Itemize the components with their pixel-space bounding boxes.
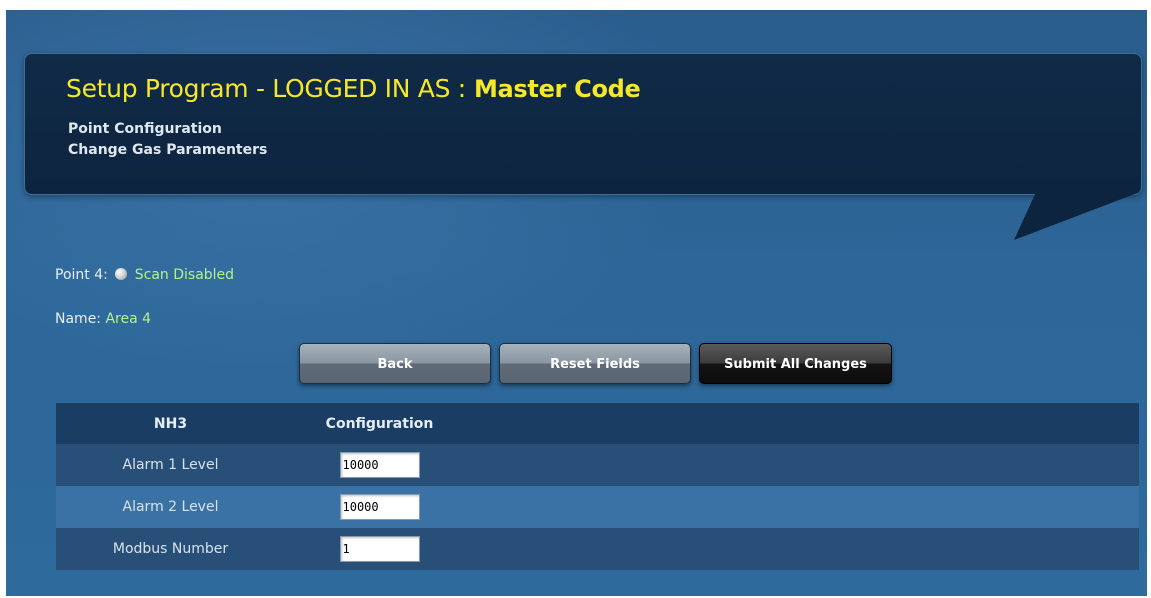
- breadcrumb-page: Change Gas Paramenters: [68, 142, 268, 158]
- breadcrumb-section: Point Configuration: [68, 121, 222, 137]
- row-label-alarm-1: Alarm 1 Level: [56, 444, 285, 486]
- row-spacer: [474, 486, 1139, 528]
- point-name-row: Name: Area 4: [55, 311, 151, 327]
- point-status: Scan Disabled: [134, 267, 235, 283]
- column-header-gas: NH3: [56, 403, 285, 444]
- column-header-configuration: Configuration: [285, 403, 474, 444]
- column-header-spacer: [474, 403, 1139, 444]
- table-row: Alarm 2 Level: [56, 486, 1139, 528]
- submit-all-changes-button[interactable]: Submit All Changes: [699, 343, 892, 384]
- row-field-cell: [285, 528, 474, 570]
- point-status-row: Point 4: Scan Disabled: [55, 267, 234, 283]
- row-field-cell: [285, 444, 474, 486]
- table-header-row: NH3 Configuration: [56, 403, 1139, 444]
- point-name: Area 4: [105, 311, 152, 327]
- name-label: Name:: [55, 311, 102, 327]
- row-spacer: [474, 444, 1139, 486]
- modbus-number-input[interactable]: [339, 536, 420, 562]
- back-button[interactable]: Back: [299, 343, 491, 384]
- page-background: Setup Program - LOGGED IN AS : Master Cod…: [6, 10, 1147, 596]
- alarm-2-level-input[interactable]: [339, 494, 420, 520]
- banner-tail: [1014, 192, 1140, 240]
- row-field-cell: [285, 486, 474, 528]
- row-spacer: [474, 528, 1139, 570]
- table-row: Alarm 1 Level: [56, 444, 1139, 486]
- gas-parameters-table: NH3 Configuration Alarm 1 Level Alarm 2 …: [56, 403, 1139, 570]
- point-label: Point 4:: [55, 267, 108, 283]
- row-label-alarm-2: Alarm 2 Level: [56, 486, 285, 528]
- row-label-modbus: Modbus Number: [56, 528, 285, 570]
- title-text: Setup Program - LOGGED IN AS :: [66, 74, 466, 103]
- alarm-1-level-input[interactable]: [339, 452, 420, 478]
- status-dot-icon: [115, 268, 128, 280]
- reset-fields-button[interactable]: Reset Fields: [499, 343, 691, 384]
- logged-in-role: Master Code: [473, 75, 641, 103]
- page-title: Setup Program - LOGGED IN AS : Master Cod…: [66, 74, 641, 103]
- table-row: Modbus Number: [56, 528, 1139, 570]
